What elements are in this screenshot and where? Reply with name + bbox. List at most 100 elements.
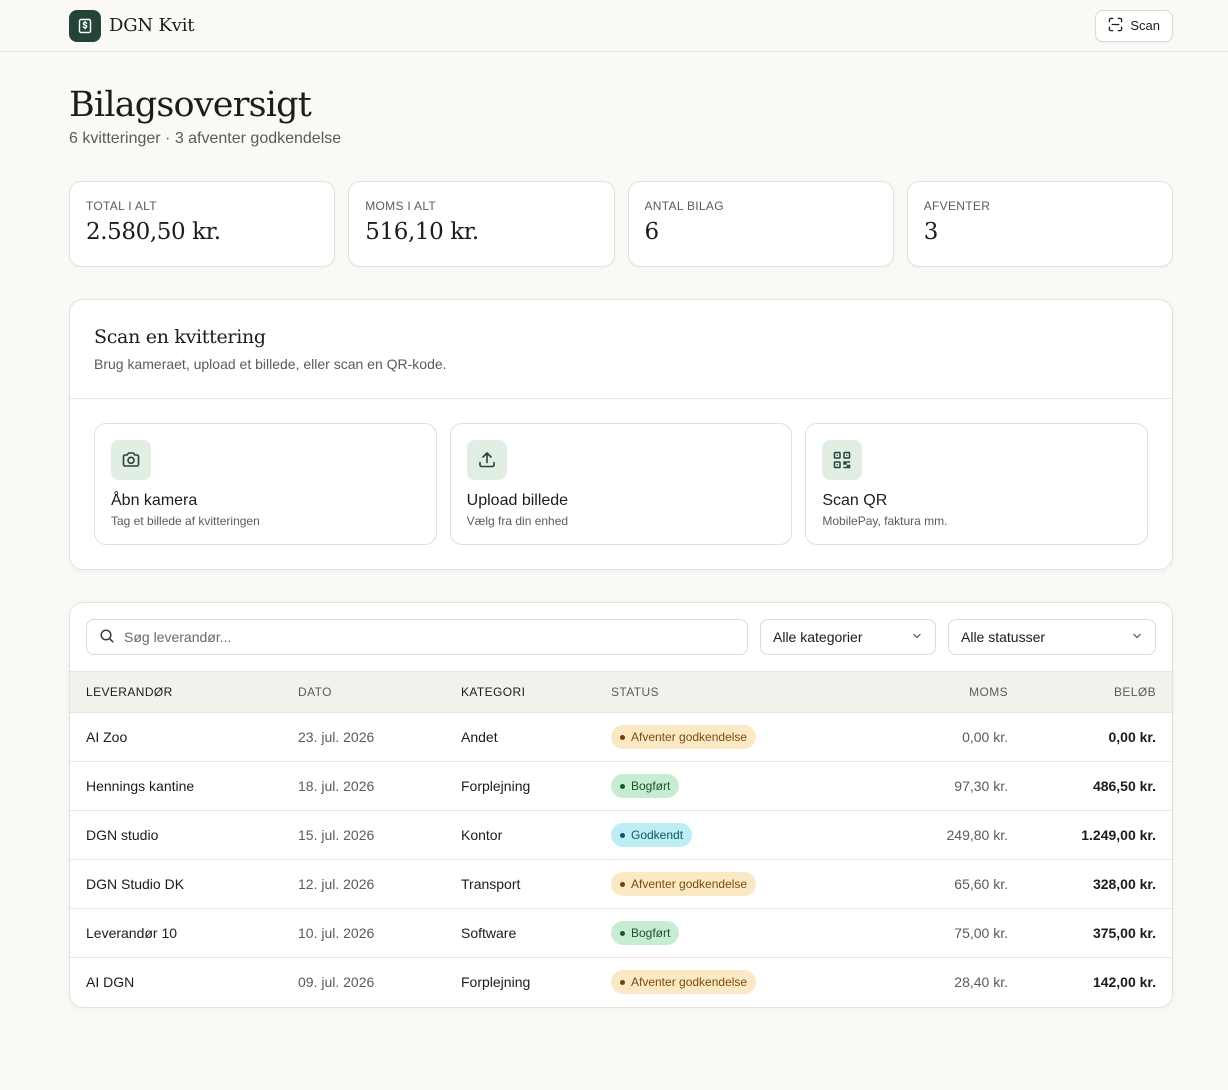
cell-vendor: DGN Studio DK [70,859,298,909]
cell-category: Andet [461,712,611,762]
table-row[interactable]: DGN Studio DK 12. jul. 2026 Transport Af… [70,859,1172,909]
stat-label: TOTAL I ALT [86,199,157,213]
cell-moms: 75,00 kr. [811,908,1008,958]
table-row[interactable]: Leverandør 10 10. jul. 2026 Software Bog… [70,908,1172,958]
table-row[interactable]: AI Zoo 23. jul. 2026 Andet Afventer godk… [70,712,1172,762]
open-camera-button[interactable]: Åbn kamera Tag et billede af kvitteringe… [94,423,437,545]
cell-vendor: AI Zoo [70,712,298,762]
cell-vendor: AI DGN [86,974,135,991]
cell-moms: 28,40 kr. [954,974,1008,991]
scan-card-title: Scan en kvittering [94,326,266,348]
stat-card-total: TOTAL I ALT 2.580,50 kr. [69,181,336,267]
top-bar: DGN Kvit Scan [0,0,1228,52]
chevron-down-icon [1131,629,1143,645]
filters-bar: Søg leverandør... Alle kategorier Alle s… [70,603,1172,671]
upload-image-button[interactable]: Upload billede Vælg fra din enhed [449,423,793,545]
upload-icon [466,440,507,480]
brand-name: DGN Kvit [109,15,195,36]
cell-vendor: DGN studio [70,810,298,860]
column-header-amount[interactable]: BELØB [1008,671,1172,713]
cell-date: 15. jul. 2026 [298,810,461,860]
chevron-down-icon [911,629,923,645]
receipts-table: LEVERANDØR DATO KATEGORI STATUS MOMS BEL… [70,671,1172,1007]
status-text: Bogført [631,926,671,940]
status-text: Afventer godkendelse [631,730,748,744]
status-dot [620,979,625,985]
status-text: Godkendt [631,828,684,842]
option-description: Vælg fra din enhed [466,514,569,528]
status-dot [620,783,625,789]
column-header-date[interactable]: DATO [298,671,461,713]
cell-category: Kontor [461,810,611,860]
status-text: Afventer godkendelse [631,877,748,891]
stat-value: 516,10 kr. [365,219,479,245]
scan-button[interactable]: Scan [1095,9,1173,42]
column-header-category[interactable]: KATEGORI [461,671,611,713]
cell-amount: 486,50 kr. [1008,761,1172,811]
cell-date: 10. jul. 2026 [298,908,461,958]
status-badge: Afventer godkendelse [611,725,757,749]
cell-moms: 249,80 kr. [811,810,1008,860]
stat-card-moms: MOMS I ALT 516,10 kr. [348,181,615,267]
status-select[interactable]: Alle statusser [948,619,1156,655]
qr-code-icon [822,440,863,480]
stat-card-pending: AFVENTER 3 [906,181,1173,267]
column-header-vendor[interactable]: LEVERANDØR [70,671,298,713]
option-title: Åbn kamera [111,492,198,509]
cell-moms: 0,00 kr. [811,712,1008,762]
page-subtitle: 6 kvitteringer · 3 afventer godkendelse [69,130,342,147]
brand[interactable]: DGN Kvit [69,9,195,42]
stat-value: 3 [923,219,939,245]
scan-qr-button[interactable]: Scan QR MobilePay, faktura mm. [805,423,1149,545]
cell-date: 23. jul. 2026 [298,712,461,762]
cell-moms: 65,60 kr. [811,859,1008,909]
option-title: Upload billede [466,492,569,509]
stat-label: AFVENTER [923,199,991,213]
status-select-value: Alle statusser [961,629,1046,645]
receipts-list-card: Søg leverandør... Alle kategorier Alle s… [69,602,1173,1008]
status-text: Afventer godkendelse [631,975,748,990]
receipt-dollar-icon [69,9,101,42]
cell-date: 09. jul. 2026 [298,974,375,991]
cell-category: Forplejning [461,761,611,811]
column-header-status[interactable]: STATUS [611,671,811,713]
cell-category: Forplejning [461,974,531,991]
status-badge: Godkendt [611,823,693,847]
status-badge: Afventer godkendelse [611,970,757,995]
scan-receipt-card: Scan en kvittering Brug kameraet, upload… [69,299,1173,570]
cell-category: Transport [461,859,611,909]
status-dot [620,881,625,887]
page-content: Bilagsoversigt 6 kvitteringer · 3 afvent… [0,84,1228,1008]
cell-amount: 375,00 kr. [1008,908,1172,958]
cell-date: 18. jul. 2026 [298,761,461,811]
search-placeholder: Søg leverandør... [124,629,232,645]
stat-label: ANTAL BILAG [644,199,724,213]
status-dot [620,832,625,838]
status-badge: Afventer godkendelse [611,872,757,896]
category-select[interactable]: Alle kategorier [760,619,936,655]
option-description: Tag et billede af kvitteringen [111,514,260,528]
status-text: Bogført [631,779,671,793]
scan-card-header: Scan en kvittering Brug kameraet, upload… [70,300,1172,399]
status-dot [620,930,625,936]
table-row[interactable]: AI DGN 09. jul. 2026 Forplejning Afvente… [70,958,1172,1007]
table-row[interactable]: DGN studio 15. jul. 2026 Kontor Godkendt… [70,810,1172,860]
scan-button-label: Scan [1130,18,1160,33]
search-input[interactable]: Søg leverandør... [86,619,748,655]
cell-vendor: Leverandør 10 [70,908,298,958]
stat-value: 6 [644,219,660,245]
cell-amount: 142,00 kr. [1092,974,1156,991]
category-select-value: Alle kategorier [773,629,863,645]
table-row[interactable]: Hennings kantine 18. jul. 2026 Forplejni… [70,761,1172,811]
status-badge: Bogført [611,774,680,798]
status-dot [620,734,625,740]
cell-category: Software [461,908,611,958]
camera-icon [111,440,151,480]
stat-card-count: ANTAL BILAG 6 [627,181,894,267]
option-title: Scan QR [822,492,888,509]
cell-vendor: Hennings kantine [70,761,298,811]
stat-value: 2.580,50 kr. [86,219,221,245]
column-header-moms[interactable]: MOMS [811,671,1008,713]
page-title: Bilagsoversigt [69,85,312,125]
cell-amount: 1.249,00 kr. [1008,810,1172,860]
